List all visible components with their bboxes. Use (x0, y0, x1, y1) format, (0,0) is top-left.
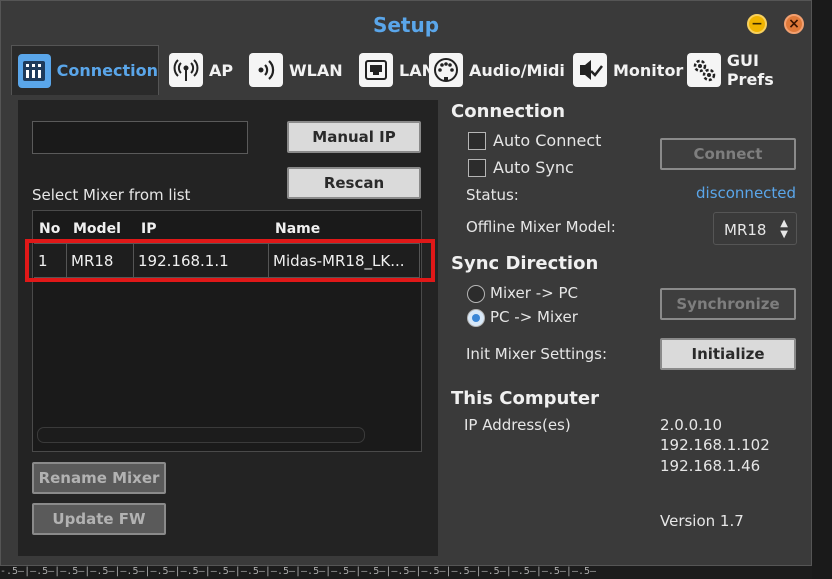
tab-label: WLAN (289, 60, 343, 80)
tab-label: Audio/Midi (469, 60, 565, 80)
horizontal-scrollbar[interactable] (37, 427, 365, 443)
offline-model-label: Offline Mixer Model: (466, 218, 616, 236)
ip-address-value: 2.0.0.10 (660, 416, 723, 434)
offline-model-value: MR18 (724, 221, 767, 239)
rescan-button[interactable]: Rescan (287, 167, 421, 199)
dialog-title: Setup (372, 13, 440, 37)
column-header-model: Model (73, 221, 121, 237)
update-fw-button[interactable]: Update FW (32, 503, 166, 535)
mixer-icon (18, 53, 51, 88)
column-header-name: Name (275, 221, 321, 237)
manual-ip-button[interactable]: Manual IP (287, 121, 421, 153)
ip-address-value: 192.168.1.102 (660, 436, 770, 454)
rename-mixer-button[interactable]: Rename Mixer (32, 462, 166, 494)
connection-status-value: disconnected (696, 184, 797, 202)
tab-audio-midi[interactable]: Audio/Midi (429, 45, 565, 95)
background-right-panel (812, 0, 832, 579)
tab-lan[interactable]: LAN (359, 45, 435, 95)
gears-icon (687, 53, 721, 87)
updown-arrows-icon: ▲ ▼ (780, 218, 788, 240)
tab-wlan[interactable]: WLAN (249, 45, 343, 95)
auto-sync-label: Auto Sync (493, 158, 574, 177)
ip-address-value: 192.168.1.46 (660, 457, 761, 475)
auto-connect-checkbox[interactable] (468, 132, 486, 150)
initialize-button[interactable]: Initialize (660, 338, 796, 370)
radio-pc-to-mixer[interactable] (467, 309, 485, 327)
this-computer-heading: This Computer (451, 388, 599, 409)
column-header-no: No (39, 221, 61, 237)
tab-gui-prefs[interactable]: GUI Prefs (687, 45, 811, 95)
tab-monitor[interactable]: Monitor (573, 45, 683, 95)
wifi-icon (249, 53, 283, 87)
connection-heading: Connection (451, 101, 566, 122)
radio-mixer-to-pc[interactable] (467, 285, 485, 303)
tab-label: GUI Prefs (726, 51, 774, 89)
title-bar: Setup − × (1, 1, 811, 45)
connect-button[interactable]: Connect (660, 138, 796, 170)
minimize-icon[interactable]: − (747, 14, 767, 34)
tab-bar: Connection AP WLAN LAN Audio/Midi Monito… (11, 45, 811, 95)
auto-sync-checkbox[interactable] (468, 159, 486, 177)
column-header-ip: IP (141, 221, 157, 237)
close-icon[interactable]: × (784, 14, 804, 34)
mixer-to-pc-label: Mixer -> PC (490, 284, 578, 302)
ip-addresses-label: IP Address(es) (464, 416, 571, 434)
select-mixer-label: Select Mixer from list (32, 186, 191, 204)
tab-label: AP (209, 60, 234, 80)
tab-label: Monitor (613, 60, 684, 80)
monitor-check-icon (573, 53, 607, 87)
selection-highlight-box (25, 239, 435, 282)
midi-connector-icon (429, 53, 463, 87)
tab-ap[interactable]: AP (169, 45, 233, 95)
background-fader-scale: -.5—|—.5—|—.5—|—.5—|—.5—|—.5—|—.5—|—.5—|… (0, 566, 597, 577)
offline-model-select[interactable]: MR18 ▲ ▼ (713, 212, 797, 245)
status-label: Status: (466, 186, 519, 204)
sync-direction-heading: Sync Direction (451, 253, 599, 274)
synchronize-button[interactable]: Synchronize (660, 288, 796, 320)
pc-to-mixer-label: PC -> Mixer (490, 308, 578, 326)
antenna-icon (169, 53, 203, 87)
tab-label: Connection (56, 61, 158, 80)
version-label: Version 1.7 (660, 512, 744, 530)
ip-address-input[interactable] (32, 121, 248, 154)
auto-connect-label: Auto Connect (493, 131, 602, 150)
ethernet-port-icon (359, 53, 393, 87)
tab-connection[interactable]: Connection (11, 45, 159, 95)
init-mixer-label: Init Mixer Settings: (466, 345, 608, 363)
